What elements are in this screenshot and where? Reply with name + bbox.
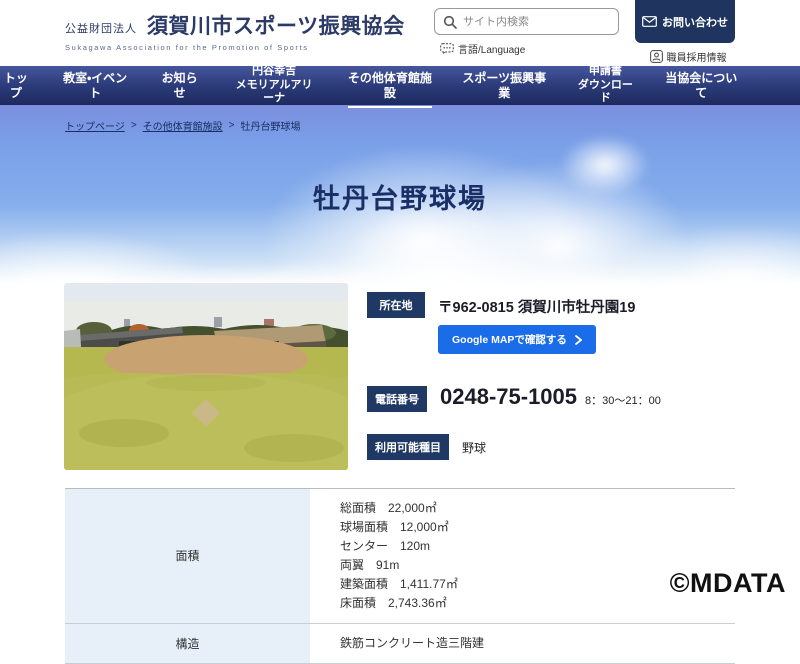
area-line: 球場面積 12,000㎡ [340,518,458,537]
nav-item-other-facilities[interactable]: その他体育館施設 [348,71,432,101]
google-map-button-label: Google MAPで確認する [452,332,567,347]
breadcrumb-separator: > [229,120,235,131]
area-line: 建築面積 1,411.77㎡ [340,575,458,594]
person-icon [650,50,663,63]
org-name: 須賀川市スポーツ振興協会 [147,10,405,40]
org-name-english: Sukagawa Association for the Promotion o… [65,43,405,52]
speech-bubble-icon [440,43,454,55]
language-label: 言語/Language [458,41,525,56]
facility-photo [64,283,348,470]
breadcrumb-other-facilities[interactable]: その他体育館施設 [143,118,223,133]
area-line: 床面積 2,743.36㎡ [340,594,458,613]
org-type-label: 公益財団法人 [65,20,137,40]
facility-info: 所在地 〒962-0815 須賀川市牡丹園19 Google MAPで確認する … [367,292,737,460]
nav-item-top[interactable]: トップ [0,71,32,101]
area-line: センター 120m [340,537,458,556]
page-title: 牡丹台野球場 [0,177,800,216]
area-line: 両翼 91m [340,556,458,575]
google-map-button[interactable]: Google MAPで確認する [438,325,596,354]
nav-item-memorial-arena[interactable]: 円谷幸吉 メモリアルアリーナ [231,65,318,106]
available-sports-row: 利用可能種目 野球 [367,434,737,460]
contact-button[interactable]: お問い合わせ [635,0,735,43]
search-icon [443,15,457,29]
phone-hours: 8：30～21：00 [585,392,661,408]
mdata-watermark: ©MDATA [670,568,786,599]
table-row-area: 面積 総面積 22,000㎡ 球場面積 12,000㎡ センター 120m 両翼… [65,489,735,624]
language-link[interactable]: 言語/Language [440,41,525,56]
recruit-label: 職員採用情報 [667,49,727,64]
phone-badge: 電話番号 [367,386,427,412]
phone-number: 0248-75-1005 [440,386,577,408]
location-row: 所在地 〒962-0815 須賀川市牡丹園19 Google MAPで確認する [367,292,737,354]
facility-details-table: 面積 総面積 22,000㎡ 球場面積 12,000㎡ センター 120m 両翼… [65,488,735,664]
area-value-cell: 総面積 22,000㎡ 球場面積 12,000㎡ センター 120m 両翼 91… [310,489,458,623]
mail-icon [642,16,657,27]
nav-item-news[interactable]: お知らせ [159,71,201,101]
address-text: 〒962-0815 須賀川市牡丹園19 [438,292,635,317]
search-input[interactable] [463,16,603,28]
main-nav: トップ 教室・イベント お知らせ 円谷幸吉 メモリアルアリーナ その他体育館施設… [0,66,800,105]
site-search-box[interactable] [434,8,619,35]
breadcrumb: トップページ > その他体育館施設 > 牡丹台野球場 [65,118,301,133]
breadcrumb-home[interactable]: トップページ [65,118,125,133]
site-header: 公益財団法人 須賀川市スポーツ振興協会 Sukagawa Association… [0,0,800,66]
nav-item-sports-promotion[interactable]: スポーツ振興事業 [462,71,546,101]
area-line: 総面積 22,000㎡ [340,499,458,518]
structure-value-cell: 鉄筋コンクリート造三階建 [310,624,484,663]
phone-row: 電話番号 0248-75-1005 8：30～21：00 [367,386,737,412]
table-row-structure: 構造 鉄筋コンクリート造三階建 [65,624,735,664]
nav-item-events[interactable]: 教室・イベント [62,71,129,101]
available-sports-value: 野球 [462,434,486,456]
nav-item-about[interactable]: 当協会について [664,71,738,101]
recruit-link[interactable]: 職員採用情報 [650,49,727,64]
hero-banner: トップページ > その他体育館施設 > 牡丹台野球場 牡丹台野球場 [0,105,800,285]
contact-label: お問い合わせ [662,14,728,30]
site-logo[interactable]: 公益財団法人 須賀川市スポーツ振興協会 Sukagawa Association… [65,10,405,52]
structure-label-cell: 構造 [65,624,310,663]
breadcrumb-separator: > [131,120,137,131]
available-sports-badge: 利用可能種目 [367,434,449,460]
location-badge: 所在地 [367,292,425,318]
area-label-cell: 面積 [65,489,310,623]
nav-item-application-download[interactable]: 申請書 ダウンロード [576,65,634,106]
breadcrumb-current: 牡丹台野球場 [241,118,301,133]
chevron-right-icon [575,335,582,345]
